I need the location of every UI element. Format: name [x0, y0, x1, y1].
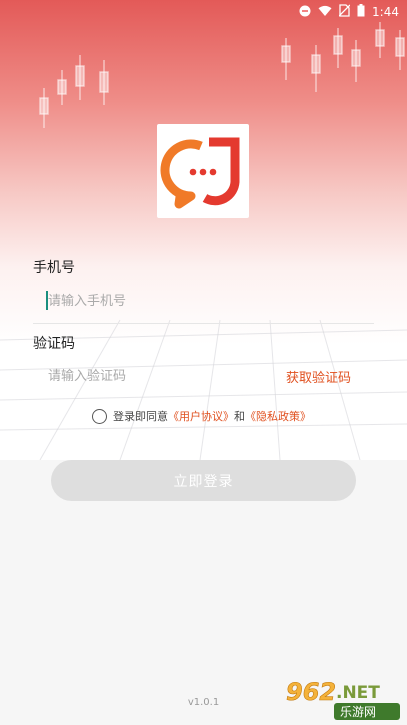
phone-divider [33, 323, 374, 324]
status-bar: 1:44 [0, 0, 407, 24]
watermark-logo: 962 .NET 乐游网 [270, 676, 405, 722]
minus-circle-icon [299, 5, 311, 20]
app-logo [157, 124, 249, 218]
phone-input[interactable] [48, 290, 268, 312]
login-button[interactable]: 立即登录 [51, 460, 356, 501]
code-input[interactable] [48, 365, 268, 387]
svg-text:.NET: .NET [336, 683, 380, 703]
user-agreement-link[interactable]: 《用户协议》 [168, 408, 234, 424]
svg-text:乐游网: 乐游网 [340, 705, 376, 719]
agreement-row: 登录即同意 《用户协议》 和 《隐私政策》 [92, 408, 311, 424]
code-label: 验证码 [33, 336, 75, 352]
agree-prefix: 登录即同意 [113, 410, 168, 423]
status-time: 1:44 [372, 5, 399, 19]
wifi-icon [318, 5, 332, 20]
battery-icon [357, 4, 365, 20]
svg-text:962: 962 [286, 678, 336, 706]
header-background [0, 0, 407, 460]
get-code-button[interactable]: 获取验证码 [286, 367, 351, 386]
no-sim-icon [338, 4, 351, 20]
agree-and: 和 [234, 410, 245, 423]
phone-label: 手机号 [33, 260, 75, 276]
agree-radio[interactable] [92, 408, 107, 424]
privacy-policy-link[interactable]: 《隐私政策》 [245, 408, 311, 424]
